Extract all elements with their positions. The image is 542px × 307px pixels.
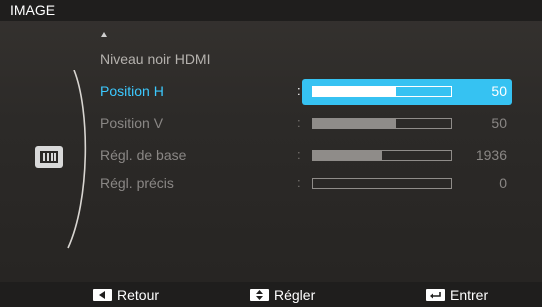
menu-item-label: Position H	[100, 83, 164, 99]
left-arrow-key-icon	[93, 289, 112, 301]
position-h-value: 50	[491, 83, 507, 99]
menu-item-label: Position V	[100, 115, 164, 131]
regl-precis-value: 0	[499, 175, 507, 191]
menu-item-label: Régl. de base	[100, 147, 187, 163]
menu-item-position-v[interactable]: Position V : 50	[0, 111, 542, 137]
position-h-slider[interactable]	[312, 86, 452, 97]
regl-precis-slider[interactable]	[312, 178, 452, 189]
separator-colon: :	[297, 147, 301, 162]
menu-item-niveau-noir-hdmi[interactable]: Niveau noir HDMI	[0, 47, 542, 73]
osd-menu: IMAGE Niveau noir HDMI Position H : 50 P…	[0, 0, 542, 307]
separator-colon: :	[297, 175, 301, 190]
menu-item-label: Régl. précis	[100, 175, 174, 191]
menu-item-regl-de-base[interactable]: Régl. de base : 1936	[0, 143, 542, 169]
adjust-label: Régler	[274, 287, 316, 303]
enter-key-icon	[426, 289, 445, 301]
slider-fill	[313, 87, 396, 96]
up-arrow-icon[interactable]	[101, 32, 107, 37]
position-v-slider[interactable]	[312, 118, 452, 129]
position-v-value: 50	[491, 115, 507, 131]
separator-colon: :	[297, 115, 301, 130]
back-label: Retour	[117, 287, 160, 303]
menu-item-label: Niveau noir HDMI	[100, 51, 211, 67]
slider-fill	[313, 119, 396, 128]
separator-colon: :	[297, 83, 301, 98]
regl-de-base-slider[interactable]	[312, 150, 452, 161]
regl-de-base-value: 1936	[475, 147, 507, 163]
menu-item-position-h[interactable]: Position H : 50	[0, 79, 542, 105]
slider-fill	[313, 151, 382, 160]
up-down-arrow-key-icon	[250, 289, 269, 301]
menu-item-regl-precis[interactable]: Régl. précis : 0	[0, 171, 542, 197]
menu-title: IMAGE	[10, 2, 56, 18]
title-bar: IMAGE	[0, 0, 542, 21]
enter-label: Entrer	[450, 287, 489, 303]
footer-bar: Retour Régler Entrer	[0, 282, 542, 307]
